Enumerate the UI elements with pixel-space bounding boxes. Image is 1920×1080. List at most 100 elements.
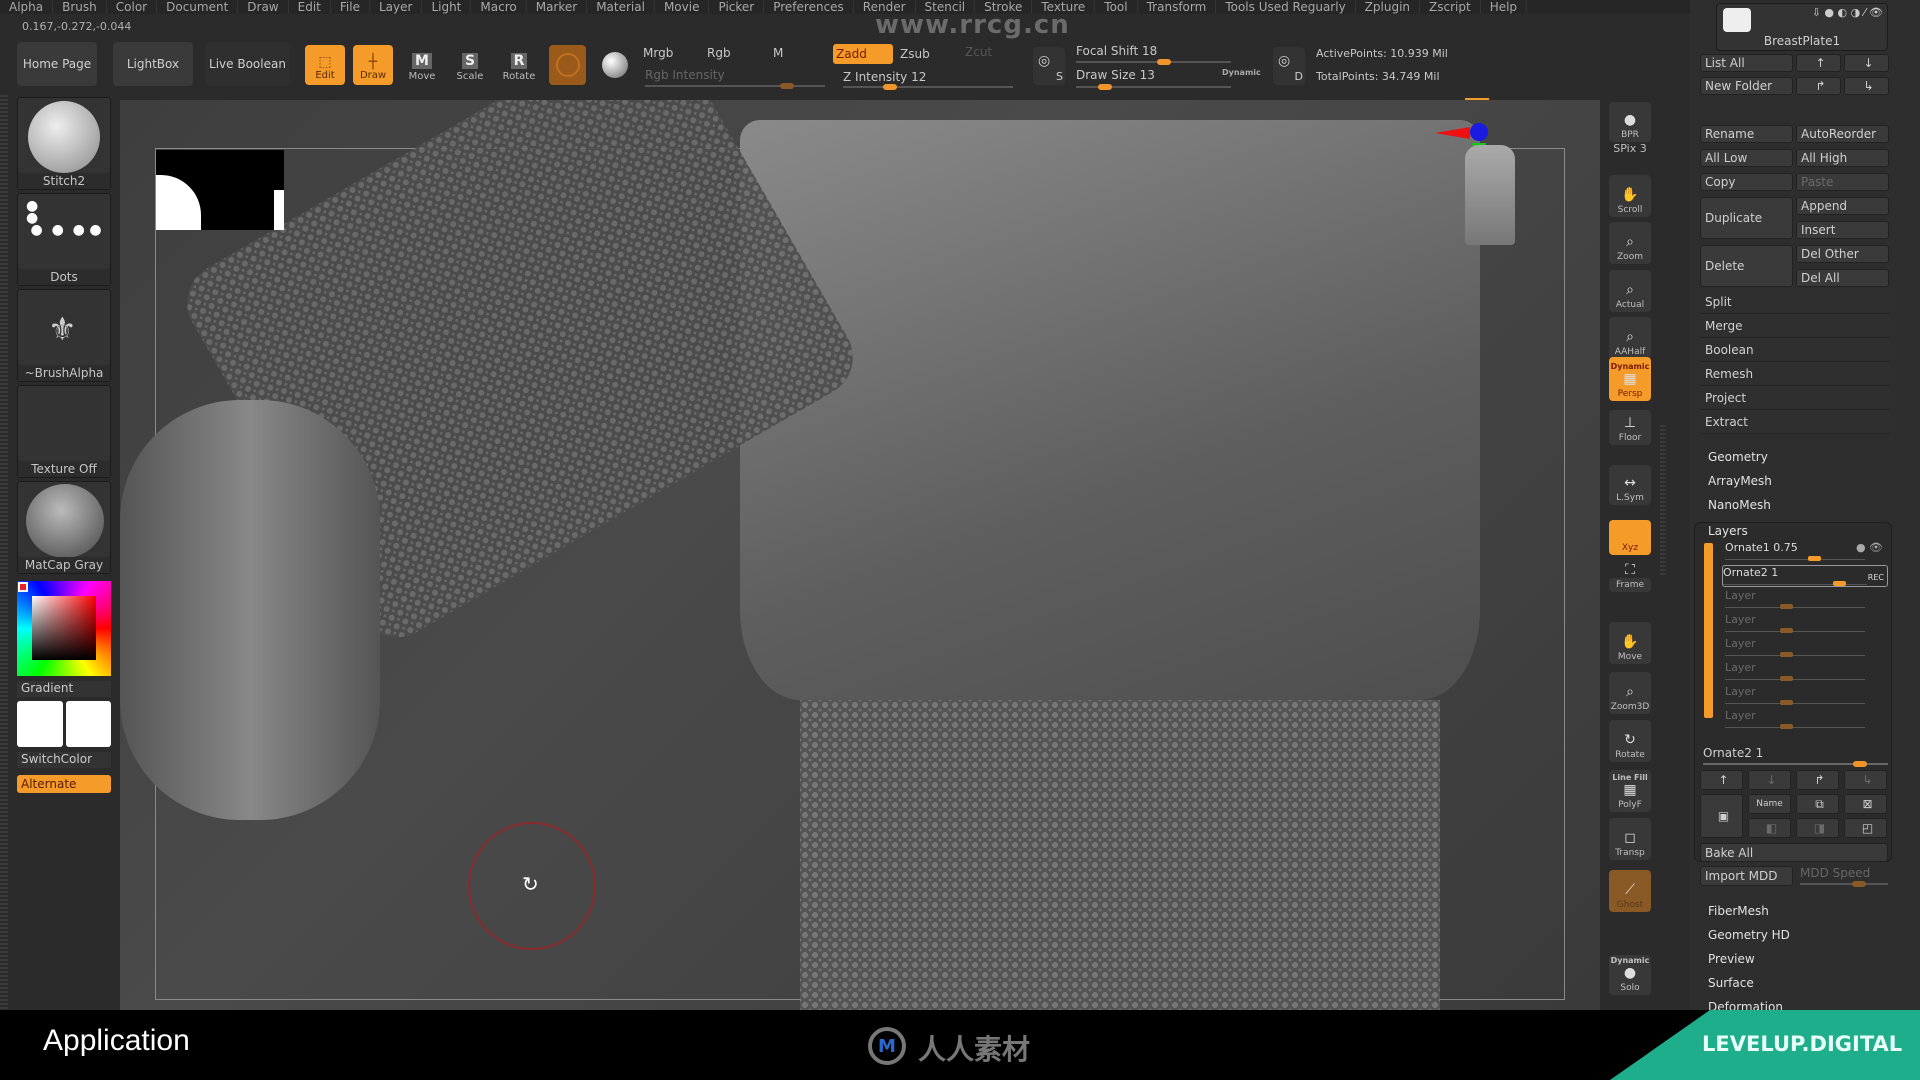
selected-layer-slider[interactable] <box>1703 761 1888 767</box>
delete-button[interactable]: Delete <box>1700 245 1793 287</box>
actual-button[interactable]: ⌕ Actual <box>1609 270 1651 312</box>
merge-down-button[interactable]: ◧ <box>1748 818 1791 838</box>
layer-strength-slider[interactable] <box>1725 703 1865 704</box>
layer-strength-knob[interactable] <box>1807 556 1821 561</box>
left-tray-handle[interactable] <box>0 95 8 1010</box>
alpha-picker[interactable]: ⚜ ~BrushAlpha <box>17 289 111 382</box>
main-color-swatch[interactable] <box>18 582 28 592</box>
scroll-button[interactable]: ✋ Scroll <box>1609 175 1651 217</box>
section-geometry[interactable]: Geometry <box>1708 450 1768 464</box>
del-all-button[interactable]: Del All <box>1796 269 1889 287</box>
boolean-subpalette[interactable]: Boolean <box>1700 339 1890 362</box>
move-right-button[interactable]: ↱ <box>1796 77 1841 95</box>
edit-button[interactable]: ⬚ Edit <box>305 45 345 85</box>
section-fibermesh[interactable]: FiberMesh <box>1708 904 1769 918</box>
rotate-button[interactable]: R Rotate <box>499 45 539 85</box>
selected-layer-knob[interactable] <box>1853 761 1867 767</box>
alternate-button[interactable]: Alternate <box>17 775 111 793</box>
current-subtool[interactable]: ⇩ ● ◐ ◑ ⁄ 👁 BreastPlate1 <box>1716 3 1888 51</box>
bpr-button[interactable]: ● BPR <box>1609 102 1651 142</box>
solo-button[interactable]: Dynamic ● Solo <box>1609 955 1651 995</box>
section-arraymesh[interactable]: ArrayMesh <box>1708 474 1772 488</box>
extract-subpalette[interactable]: Extract <box>1700 411 1890 434</box>
copy-button[interactable]: Copy <box>1700 173 1793 191</box>
m-button[interactable]: M <box>773 46 783 60</box>
remesh-subpalette[interactable]: Remesh <box>1700 363 1890 386</box>
layer-copy-button[interactable]: ◰ <box>1844 818 1887 838</box>
layer-row[interactable]: Layer <box>1725 685 1885 707</box>
layer-row[interactable]: Ornate1 0.75 ● 👁 <box>1725 541 1885 563</box>
dynamic-size-toggle[interactable]: Dynamic <box>1222 68 1261 77</box>
layer-strength-slider[interactable] <box>1725 655 1865 656</box>
bake-all-button[interactable]: Bake All <box>1700 843 1888 862</box>
layer-name-button[interactable]: Name <box>1748 794 1791 814</box>
brush-picker[interactable]: Stitch2 <box>17 97 111 190</box>
menu-color[interactable]: Color <box>107 0 158 14</box>
layer-move-right-button[interactable]: ↱ <box>1796 770 1839 790</box>
menu-macro[interactable]: Macro <box>471 0 527 14</box>
new-layer-button[interactable]: ▣ <box>1700 794 1743 838</box>
draw-size-slider[interactable] <box>1076 84 1231 90</box>
duplicate-button[interactable]: Duplicate <box>1700 197 1793 239</box>
z-intensity-slider[interactable] <box>843 84 1013 90</box>
layers-scrollbar[interactable] <box>1704 543 1713 718</box>
layer-strength-slider[interactable] <box>1725 559 1865 560</box>
scale-button[interactable]: S Scale <box>450 45 490 85</box>
menu-transform[interactable]: Transform <box>1138 0 1217 14</box>
aahalf-button[interactable]: ⌕ AAHalf <box>1609 317 1651 359</box>
split-layer-button[interactable]: ◨ <box>1796 818 1839 838</box>
floor-button[interactable]: ⊥ Floor <box>1609 410 1651 445</box>
zadd-button[interactable]: Zadd <box>833 44 893 64</box>
split-subpalette[interactable]: Split <box>1700 291 1890 314</box>
menu-file[interactable]: File <box>331 0 370 14</box>
menu-marker[interactable]: Marker <box>527 0 588 14</box>
new-folder-button[interactable]: New Folder <box>1700 77 1793 95</box>
paste-button[interactable]: Paste <box>1796 173 1889 191</box>
polyf-button[interactable]: Line Fill ▦ PolyF <box>1609 770 1651 812</box>
move-down-button[interactable]: ↓ <box>1844 54 1889 72</box>
zoom-button[interactable]: ⌕ Zoom <box>1609 222 1651 264</box>
move-in-button[interactable]: ↳ <box>1844 77 1889 95</box>
menu-brush[interactable]: Brush <box>53 0 107 14</box>
del-other-button[interactable]: Del Other <box>1796 245 1889 263</box>
texture-picker[interactable]: Texture Off <box>17 385 111 478</box>
rgb-intensity-slider[interactable] <box>645 83 825 89</box>
layer-strength-slider[interactable] <box>1725 679 1865 680</box>
layer-row[interactable]: Layer <box>1725 661 1885 683</box>
menu-document[interactable]: Document <box>157 0 239 14</box>
menu-picker[interactable]: Picker <box>709 0 765 14</box>
layer-row[interactable]: Layer <box>1725 613 1885 635</box>
menu-tools-used-reguarly[interactable]: Tools Used Reguarly <box>1216 0 1356 14</box>
layer-strength-slider[interactable] <box>1725 631 1865 632</box>
color-square[interactable] <box>32 596 96 660</box>
layer-strength-knob[interactable] <box>1780 700 1793 705</box>
transp-button[interactable]: ◻ Transp <box>1609 818 1651 860</box>
canvas-viewport[interactable]: ↻ <box>120 100 1600 1010</box>
zcut-button[interactable]: Zcut <box>965 45 992 59</box>
xyz-button[interactable]: Xyz <box>1609 520 1651 555</box>
menu-layer[interactable]: Layer <box>370 0 423 14</box>
list-all-button[interactable]: List All <box>1700 54 1793 72</box>
layer-strength-knob[interactable] <box>1780 604 1793 609</box>
layer-strength-knob[interactable] <box>1780 724 1793 729</box>
menu-zplugin[interactable]: Zplugin <box>1356 0 1421 14</box>
layer-strength-knob[interactable] <box>1780 676 1793 681</box>
material-picker[interactable]: MatCap Gray <box>17 481 111 574</box>
color-picker[interactable] <box>17 581 111 676</box>
import-mdd-button[interactable]: Import MDD <box>1700 866 1793 886</box>
layer-move-in-button[interactable]: ↳ <box>1844 770 1887 790</box>
menu-alpha[interactable]: Alpha <box>0 0 54 14</box>
duplicate-layer-button[interactable]: ⧉ <box>1796 794 1839 814</box>
move-up-button[interactable]: ↑ <box>1796 54 1841 72</box>
draw-button[interactable]: ┼ Draw <box>353 45 393 85</box>
layer-strength-knob[interactable] <box>1833 581 1846 586</box>
merge-subpalette[interactable]: Merge <box>1700 315 1890 338</box>
spix-button[interactable]: SPix 3 <box>1609 142 1651 157</box>
rotate-button[interactable]: ↻ Rotate <box>1609 720 1651 762</box>
insert-button[interactable]: Insert <box>1796 221 1889 239</box>
mdd-speed-knob[interactable] <box>1852 881 1866 887</box>
menu-draw[interactable]: Draw <box>238 0 289 14</box>
lightbox-button[interactable]: LightBox <box>113 42 193 86</box>
ghost-button[interactable]: ⟋ Ghost <box>1609 870 1651 912</box>
frame-button[interactable]: ⛶ Frame <box>1609 562 1651 592</box>
